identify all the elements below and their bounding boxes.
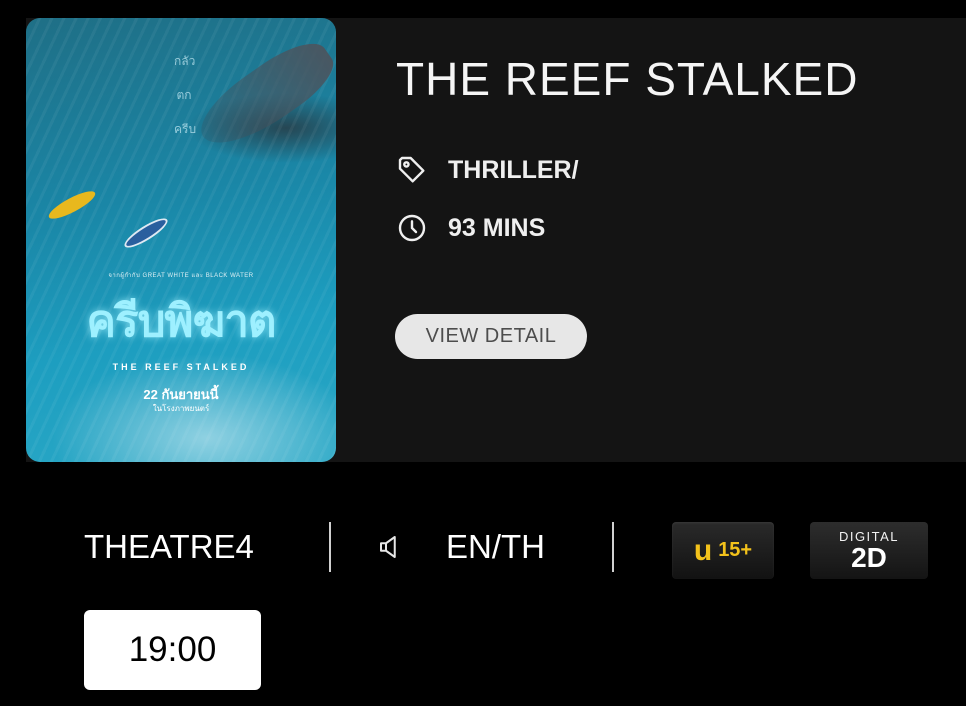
theatre-label: THEATRE4 <box>84 528 254 565</box>
poster-side-word: ครีบ <box>174 122 197 136</box>
poster-side-word: ตก <box>176 88 192 102</box>
tag-icon <box>398 156 425 183</box>
divider <box>329 522 331 572</box>
rating-letter: u <box>693 533 713 567</box>
poster-side-word: กลัว <box>174 54 196 68</box>
poster-side-text: กลัว ตก ครีบ <box>174 44 197 146</box>
poster-thai-title: ครีบพิฆาต <box>86 296 277 347</box>
genre-row: THRILLER/ <box>396 154 579 186</box>
session-info-bar: THEATRE4 EN/TH u 15+ DIGITAL 2D <box>0 520 966 579</box>
genre-text: THRILLER/ <box>448 155 579 184</box>
poster-release-note: ในโรงภาพยนตร์ <box>152 404 210 413</box>
poster-credits: จากผู้กำกับ GREAT WHITE และ BLACK WATER <box>108 273 254 279</box>
view-detail-button[interactable]: VIEW DETAIL <box>395 314 587 359</box>
speaker-icon <box>380 536 396 558</box>
movie-title: THE REEF STALKED <box>396 53 859 105</box>
showtime-button[interactable]: 19:00 <box>84 610 261 690</box>
movie-poster[interactable]: กลัว ตก ครีบ จากผู้กำกับ GREAT WHITE และ… <box>26 18 336 462</box>
format-badge: DIGITAL 2D <box>810 522 928 579</box>
divider <box>612 522 614 572</box>
clock-icon <box>398 214 426 242</box>
duration-row: 93 MINS <box>396 212 545 244</box>
duration-text: 93 MINS <box>448 213 546 242</box>
language-label: EN/TH <box>446 528 545 565</box>
format-label-bottom: 2D <box>851 541 887 573</box>
rating-age: 15+ <box>718 539 753 561</box>
poster-english-title: THE REEF STALKED <box>112 362 250 372</box>
age-rating-badge: u 15+ <box>672 522 774 579</box>
